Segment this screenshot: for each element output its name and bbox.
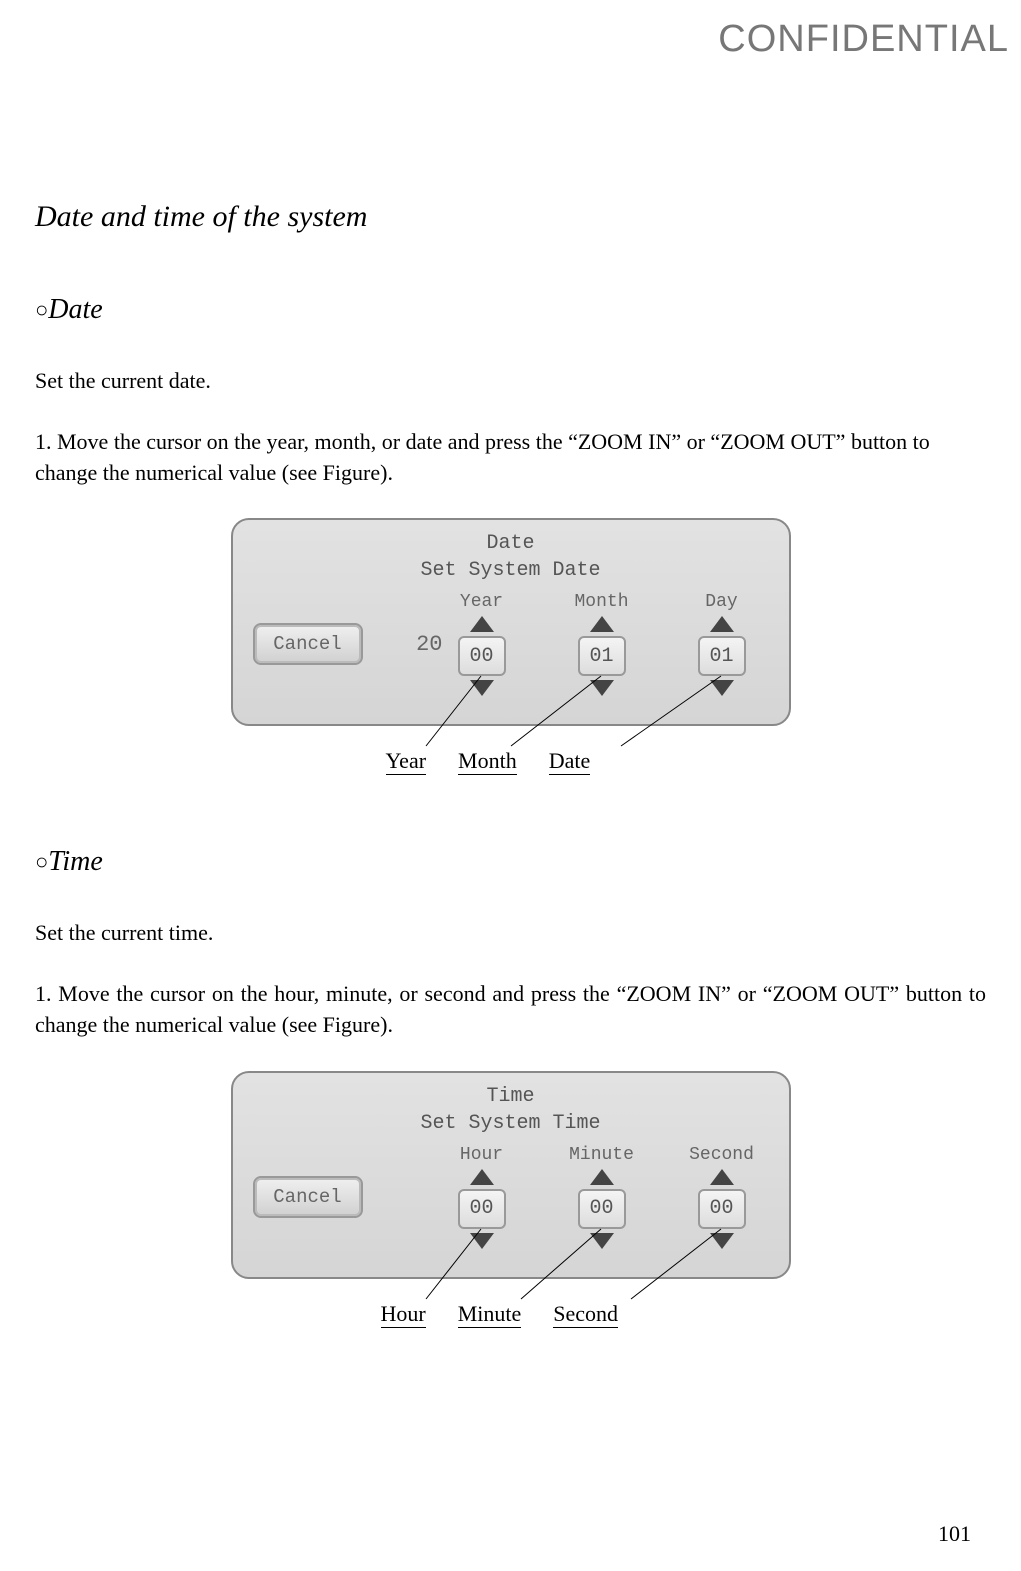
second-label: Second [689,1145,754,1165]
minute-up-icon[interactable] [590,1169,614,1185]
year-stepper: Year 00 [447,592,517,696]
hour-up-icon[interactable] [470,1169,494,1185]
month-up-icon[interactable] [590,616,614,632]
month-label: Month [574,592,628,612]
time-panel: Time Set System Time Cancel Hour 00 Minu… [231,1071,791,1279]
month-down-icon[interactable] [590,680,614,696]
year-value[interactable]: 00 [458,636,506,676]
month-stepper: Month 01 [567,592,637,696]
page-title: Date and time of the system [35,200,986,234]
year-label: Year [460,592,503,612]
day-label: Day [705,592,737,612]
year-down-icon[interactable] [470,680,494,696]
day-up-icon[interactable] [710,616,734,632]
date-intro: Set the current date. [35,366,986,397]
minute-label: Minute [569,1145,634,1165]
figure-date: Date Set System Date Cancel 20 Year 00 M… [35,518,986,786]
time-panel-subtitle: Set System Time [253,1112,769,1135]
second-up-icon[interactable] [710,1169,734,1185]
hour-stepper: Hour 00 [447,1145,517,1249]
date-panel-title: Date [253,532,769,555]
heading-time: ○Time [35,846,986,878]
month-value[interactable]: 01 [578,636,626,676]
time-callouts: Hour Minute Second [231,1279,791,1339]
time-step: 1. Move the cursor on the hour, minute, … [35,979,986,1041]
callout-year: Year [386,748,427,775]
hour-label: Hour [460,1145,503,1165]
second-value[interactable]: 00 [698,1189,746,1229]
hour-down-icon[interactable] [470,1233,494,1249]
year-prefix: 20 [403,632,443,657]
year-up-icon[interactable] [470,616,494,632]
time-panel-title: Time [253,1085,769,1108]
minute-value[interactable]: 00 [578,1189,626,1229]
date-callouts: Year Month Date [231,726,791,786]
callout-hour: Hour [381,1301,426,1328]
hour-value[interactable]: 00 [458,1189,506,1229]
heading-date-text: Date [48,294,102,325]
cancel-button[interactable]: Cancel [253,623,363,665]
heading-time-text: Time [48,846,102,877]
figure-time: Time Set System Time Cancel Hour 00 Minu… [35,1071,986,1339]
confidential-watermark: CONFIDENTIAL [718,18,1009,61]
minute-down-icon[interactable] [590,1233,614,1249]
day-down-icon[interactable] [710,680,734,696]
day-stepper: Day 01 [687,592,757,696]
date-panel-subtitle: Set System Date [253,559,769,582]
cancel-button[interactable]: Cancel [253,1176,363,1218]
date-step: 1. Move the cursor on the year, month, o… [35,427,986,489]
second-stepper: Second 00 [687,1145,757,1249]
callout-second: Second [553,1301,618,1328]
second-down-icon[interactable] [710,1233,734,1249]
day-value[interactable]: 01 [698,636,746,676]
time-intro: Set the current time. [35,918,986,949]
callout-date: Date [549,748,591,775]
date-panel: Date Set System Date Cancel 20 Year 00 M… [231,518,791,726]
minute-stepper: Minute 00 [567,1145,637,1249]
heading-date: ○Date [35,294,986,326]
callout-month: Month [458,748,517,775]
page-number: 101 [938,1521,971,1547]
callout-minute: Minute [458,1301,522,1328]
